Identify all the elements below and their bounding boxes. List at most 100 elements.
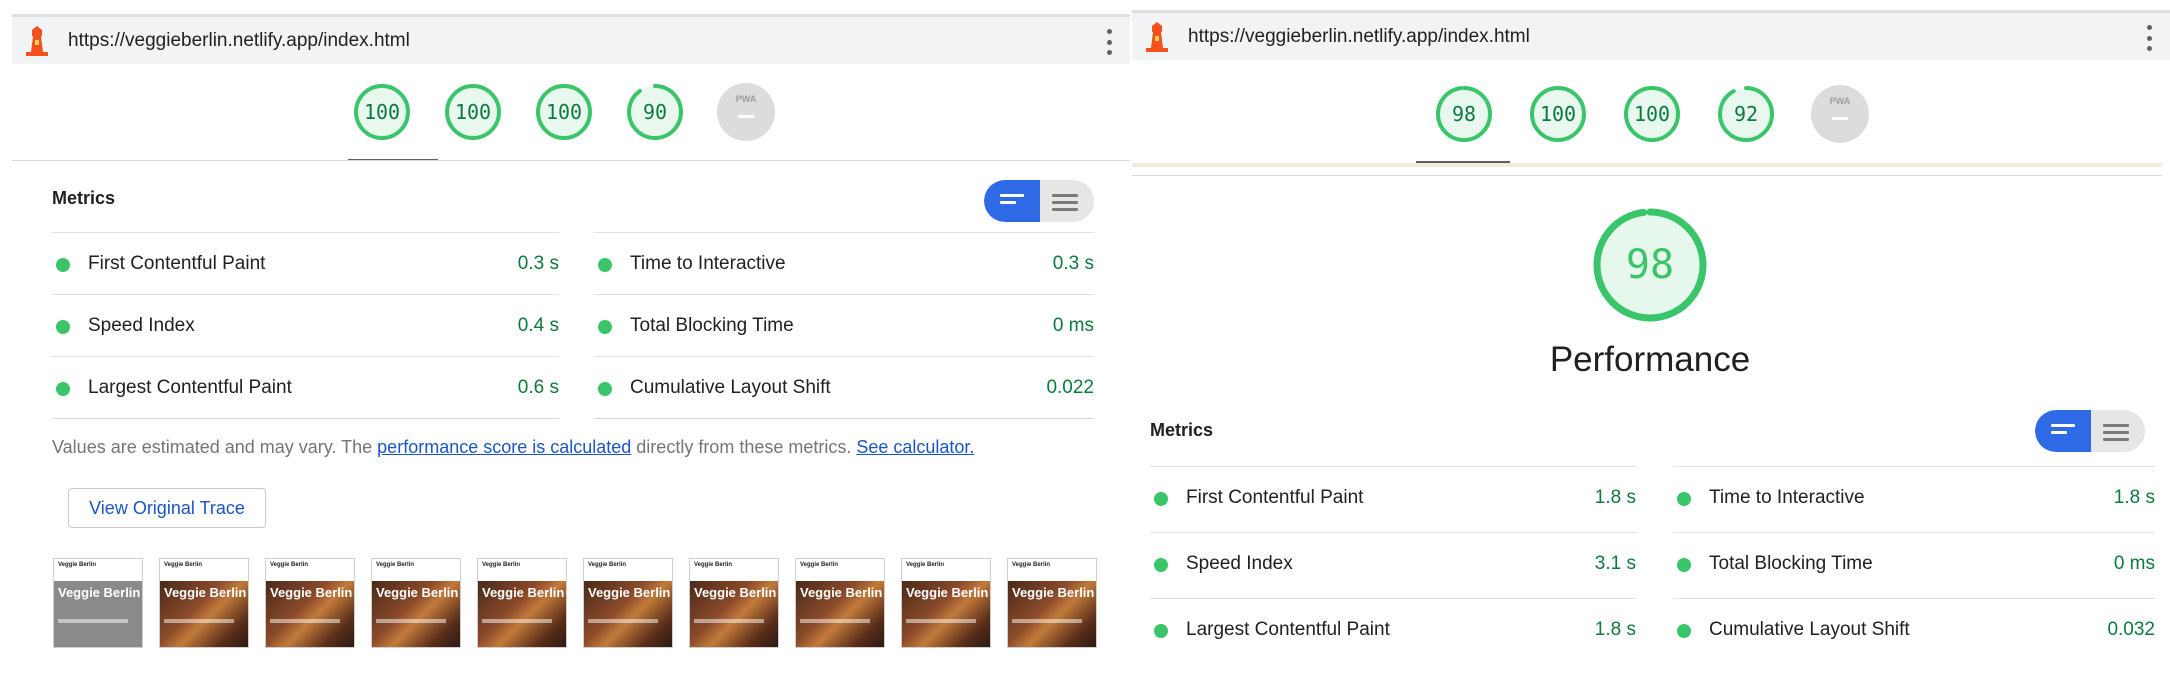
category-score-gauge[interactable]: 92: [1716, 84, 1776, 144]
filmstrip-frame: Veggie Berlin Veggie Berlin: [795, 558, 885, 648]
pwa-label: PWA: [735, 94, 757, 104]
filmstrip: Veggie Berlin Veggie Berlin Veggie Berlin V…: [53, 558, 1113, 648]
metric-label: Time to Interactive: [630, 253, 786, 274]
metrics-view-toggle[interactable]: [2035, 410, 2145, 452]
metric-value: 0.3 s: [1052, 253, 1094, 274]
metric-value: 0.6 s: [517, 377, 559, 398]
kebab-menu-icon[interactable]: [2146, 25, 2152, 51]
frame-title: Veggie Berlin: [376, 585, 459, 600]
left-report-panel: https://veggieberlin.netlify.app/index.h…: [0, 0, 1130, 678]
score-calculation-link[interactable]: performance score is calculated: [377, 437, 631, 457]
expanded-view-icon[interactable]: [1052, 194, 1078, 215]
compact-view-icon: [2051, 424, 2075, 438]
metric-value: 1.8 s: [2113, 487, 2155, 508]
filmstrip-frame: Veggie Berlin Veggie Berlin: [159, 558, 249, 648]
see-calculator-link[interactable]: See calculator.: [856, 437, 974, 457]
category-score-gauge[interactable]: 98: [1434, 84, 1494, 144]
category-score-value: 100: [454, 100, 492, 124]
frame-title: Veggie Berlin: [906, 585, 989, 600]
lighthouse-icon: [26, 25, 48, 56]
metrics-disclaimer: Values are estimated and may vary. The p…: [52, 437, 974, 458]
frame-brand: Veggie Berlin: [694, 562, 733, 568]
metric-value: 0.4 s: [517, 315, 559, 336]
filmstrip-frame: Veggie Berlin Veggie Berlin: [265, 558, 355, 648]
kebab-menu-icon[interactable]: [1106, 29, 1112, 55]
category-score-value: 98: [1451, 102, 1477, 126]
metric-row: First Contentful Paint 0.3 s: [52, 232, 559, 294]
divider: [12, 160, 1130, 161]
metric-row: Largest Contentful Paint 1.8 s: [1150, 598, 1636, 664]
category-score-value: 100: [1633, 102, 1671, 126]
category-score-gauge[interactable]: 100: [1528, 84, 1588, 144]
category-score-value: 100: [545, 100, 583, 124]
view-original-trace-button[interactable]: View Original Trace: [68, 488, 266, 528]
frame-brand: Veggie Berlin: [58, 562, 97, 568]
pass-indicator-icon: [1154, 492, 1168, 506]
category-score-gauge[interactable]: 100: [1622, 84, 1682, 144]
pwa-dash: [738, 115, 754, 118]
metric-label: Largest Contentful Paint: [88, 377, 292, 398]
metric-label: First Contentful Paint: [1186, 487, 1364, 508]
frame-brand: Veggie Berlin: [906, 562, 945, 568]
category-score-gauge[interactable]: 100: [534, 82, 594, 142]
metric-row: Speed Index 3.1 s: [1150, 532, 1636, 598]
metric-label: First Contentful Paint: [88, 253, 266, 274]
frame-brand: Veggie Berlin: [800, 562, 839, 568]
filmstrip-frame: Veggie Berlin Veggie Berlin: [1007, 558, 1097, 648]
pass-indicator-icon: [1677, 624, 1691, 638]
frame-title: Veggie Berlin: [800, 585, 883, 600]
expanded-view-icon[interactable]: [2103, 424, 2129, 445]
frame-title: Veggie Berlin: [270, 585, 353, 600]
category-score-gauge[interactable]: 100: [443, 82, 503, 142]
filmstrip-frame: Veggie Berlin Veggie Berlin: [689, 558, 779, 648]
metric-value: 1.8 s: [1594, 487, 1636, 508]
metric-value: 1.8 s: [1594, 619, 1636, 640]
category-score-value: 92: [1733, 102, 1759, 126]
frame-title: Veggie Berlin: [164, 585, 247, 600]
url-bar: https://veggieberlin.netlify.app/index.h…: [1132, 10, 2170, 60]
pwa-badge-icon[interactable]: PWA: [716, 82, 776, 142]
pwa-badge-icon[interactable]: PWA: [1810, 84, 1870, 144]
metrics-heading: Metrics: [52, 188, 116, 208]
frame-title: Veggie Berlin: [1012, 585, 1095, 600]
divider: [1132, 163, 2162, 167]
lighthouse-icon: [1146, 21, 1168, 52]
url-text[interactable]: https://veggieberlin.netlify.app/index.h…: [1188, 26, 1530, 48]
metric-row: Total Blocking Time 0 ms: [1673, 532, 2155, 598]
disclaimer-text: Values are estimated and may vary. The: [52, 437, 378, 457]
pass-indicator-icon: [56, 320, 70, 334]
frame-brand: Veggie Berlin: [270, 562, 309, 568]
frame-brand: Veggie Berlin: [588, 562, 627, 568]
frame-title: Veggie Berlin: [482, 585, 565, 600]
category-score-gauge[interactable]: 100: [352, 82, 412, 142]
metric-value: 0.032: [2107, 619, 2155, 640]
pass-indicator-icon: [598, 258, 612, 272]
category-score-value: 90: [642, 100, 668, 124]
performance-score-gauge: 98: [1590, 205, 1710, 325]
category-score-gauge[interactable]: 90: [625, 82, 685, 142]
pwa-label: PWA: [1829, 96, 1851, 106]
metric-value: 0.3 s: [517, 253, 559, 274]
metric-row: Largest Contentful Paint 0.6 s: [52, 356, 559, 418]
pass-indicator-icon: [1677, 492, 1691, 506]
metric-row: Time to Interactive 1.8 s: [1673, 466, 2155, 532]
filmstrip-frame: Veggie Berlin Veggie Berlin: [53, 558, 143, 648]
frame-brand: Veggie Berlin: [1012, 562, 1051, 568]
metric-label: Time to Interactive: [1709, 487, 1865, 508]
right-report-panel: https://veggieberlin.netlify.app/index.h…: [1132, 0, 2170, 678]
metric-row: Total Blocking Time 0 ms: [594, 294, 1094, 356]
url-text[interactable]: https://veggieberlin.netlify.app/index.h…: [68, 30, 410, 52]
metric-row: Speed Index 0.4 s: [52, 294, 559, 356]
metric-row: Cumulative Layout Shift 0.032: [1673, 598, 2155, 664]
disclaimer-text: directly from these metrics.: [631, 437, 857, 457]
metrics-view-toggle[interactable]: [984, 180, 1094, 222]
divider: [52, 418, 559, 419]
metric-label: Cumulative Layout Shift: [630, 377, 831, 398]
frame-title: Veggie Berlin: [58, 585, 141, 600]
pass-indicator-icon: [598, 382, 612, 396]
metric-row: Time to Interactive 0.3 s: [594, 232, 1094, 294]
pass-indicator-icon: [598, 320, 612, 334]
category-gauges: 100 100 100 90 PWA: [352, 82, 776, 142]
pass-indicator-icon: [56, 258, 70, 272]
category-title: Performance: [1549, 340, 1751, 379]
